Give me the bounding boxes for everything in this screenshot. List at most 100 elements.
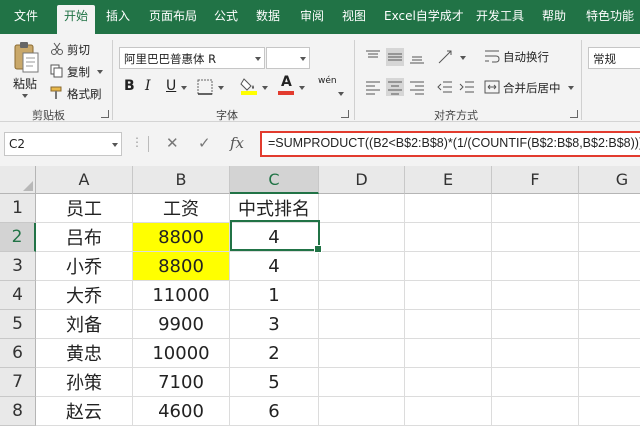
row-header-8[interactable]: 8 — [0, 397, 36, 426]
phonetic-guide-button[interactable]: wén — [318, 76, 337, 86]
tab-help[interactable]: 帮助 — [542, 8, 566, 24]
align-middle-icon[interactable] — [386, 48, 404, 66]
borders-icon[interactable] — [196, 78, 214, 96]
cell-d2[interactable] — [319, 223, 405, 252]
cell-c5[interactable]: 3 — [230, 310, 319, 339]
cell-b7[interactable]: 7100 — [133, 368, 230, 397]
row-header-2[interactable]: 2 — [0, 223, 36, 252]
tab-developer[interactable]: 开发工具 — [476, 8, 524, 24]
cell-c1[interactable]: 中式排名 — [230, 194, 319, 223]
cell-e4[interactable] — [405, 281, 492, 310]
column-header-d[interactable]: D — [319, 166, 405, 194]
cell-g4[interactable] — [579, 281, 640, 310]
format-painter-button[interactable]: 格式刷 — [67, 86, 102, 102]
cell-g1[interactable] — [579, 194, 640, 223]
insert-function-button[interactable]: fx — [230, 134, 244, 152]
underline-dropdown-icon[interactable] — [181, 86, 187, 90]
cell-f1[interactable] — [492, 194, 579, 223]
tab-data[interactable]: 数据 — [256, 8, 280, 24]
row-header-3[interactable]: 3 — [0, 252, 36, 281]
cell-e7[interactable] — [405, 368, 492, 397]
cell-g7[interactable] — [579, 368, 640, 397]
cell-d6[interactable] — [319, 339, 405, 368]
tab-insert[interactable]: 插入 — [106, 8, 130, 24]
cell-e3[interactable] — [405, 252, 492, 281]
merge-center-dropdown-icon[interactable] — [568, 86, 574, 90]
cancel-icon[interactable]: ✕ — [166, 134, 179, 152]
copy-button[interactable]: 复制 — [67, 64, 90, 80]
cell-a2[interactable]: 吕布 — [36, 223, 133, 252]
cell-f4[interactable] — [492, 281, 579, 310]
orientation-dropdown-icon[interactable] — [460, 56, 466, 60]
align-left-icon[interactable] — [364, 78, 382, 96]
cell-c2[interactable]: 4 — [230, 223, 319, 252]
name-box-dropdown-icon[interactable] — [112, 143, 118, 147]
row-header-5[interactable]: 5 — [0, 310, 36, 339]
cell-f7[interactable] — [492, 368, 579, 397]
cell-b5[interactable]: 9900 — [133, 310, 230, 339]
cell-g8[interactable] — [579, 397, 640, 426]
orientation-icon[interactable] — [436, 48, 456, 66]
merge-center-button[interactable]: 合并后居中 — [503, 80, 561, 96]
cell-a5[interactable]: 刘备 — [36, 310, 133, 339]
cell-d7[interactable] — [319, 368, 405, 397]
cell-f3[interactable] — [492, 252, 579, 281]
italic-button[interactable]: I — [145, 78, 151, 94]
copy-dropdown-icon[interactable] — [97, 70, 103, 74]
cell-a1[interactable]: 员工 — [36, 194, 133, 223]
cell-d1[interactable] — [319, 194, 405, 223]
cell-d3[interactable] — [319, 252, 405, 281]
name-box[interactable]: C2 — [4, 132, 122, 156]
tab-home[interactable]: 开始 — [57, 5, 96, 34]
alignment-dialog-launcher-icon[interactable] — [570, 110, 578, 118]
tab-file[interactable]: 文件 — [14, 8, 38, 24]
cell-b1[interactable]: 工资 — [133, 194, 230, 223]
cell-a4[interactable]: 大乔 — [36, 281, 133, 310]
cell-d4[interactable] — [319, 281, 405, 310]
cell-a7[interactable]: 孙策 — [36, 368, 133, 397]
borders-dropdown-icon[interactable] — [218, 86, 224, 90]
row-header-1[interactable]: 1 — [0, 194, 36, 223]
cell-a6[interactable]: 黄忠 — [36, 339, 133, 368]
tab-excel-self-study[interactable]: Excel自学成才 — [384, 8, 464, 24]
align-right-icon[interactable] — [408, 78, 426, 96]
cut-button[interactable]: 剪切 — [67, 42, 90, 58]
cell-e5[interactable] — [405, 310, 492, 339]
tab-special-features[interactable]: 特色功能 — [586, 8, 634, 24]
bold-button[interactable]: B — [124, 78, 135, 94]
cell-b8[interactable]: 4600 — [133, 397, 230, 426]
row-header-7[interactable]: 7 — [0, 368, 36, 397]
align-top-icon[interactable] — [364, 48, 382, 66]
cell-c6[interactable]: 2 — [230, 339, 319, 368]
cell-a8[interactable]: 赵云 — [36, 397, 133, 426]
cell-b2[interactable]: 8800 — [133, 223, 230, 252]
cell-b6[interactable]: 10000 — [133, 339, 230, 368]
column-header-g[interactable]: G — [579, 166, 640, 194]
cell-f8[interactable] — [492, 397, 579, 426]
decrease-indent-icon[interactable] — [436, 78, 454, 96]
column-header-e[interactable]: E — [405, 166, 492, 194]
enter-icon[interactable]: ✓ — [198, 134, 211, 152]
formula-input[interactable]: =SUMPRODUCT((B2<B$2:B$8)*(1/(COUNTIF(B$2… — [260, 131, 640, 157]
cell-c4[interactable]: 1 — [230, 281, 319, 310]
cell-d5[interactable] — [319, 310, 405, 339]
paste-dropdown-icon[interactable] — [22, 94, 28, 98]
font-dialog-launcher-icon[interactable] — [341, 110, 349, 118]
fill-color-dropdown-icon[interactable] — [262, 86, 268, 90]
align-bottom-icon[interactable] — [408, 48, 426, 66]
tab-page-layout[interactable]: 页面布局 — [149, 8, 197, 24]
cell-g3[interactable] — [579, 252, 640, 281]
select-all-corner[interactable] — [0, 166, 36, 194]
cell-b3[interactable]: 8800 — [133, 252, 230, 281]
font-size-dropdown-icon[interactable] — [300, 57, 306, 61]
tab-formulas[interactable]: 公式 — [214, 8, 238, 24]
cell-e2[interactable] — [405, 223, 492, 252]
column-header-a[interactable]: A — [36, 166, 133, 194]
column-header-f[interactable]: F — [492, 166, 579, 194]
cell-d8[interactable] — [319, 397, 405, 426]
font-name-select[interactable]: 阿里巴巴普惠体 R — [119, 47, 265, 69]
column-header-c[interactable]: C — [230, 166, 319, 194]
cell-g6[interactable] — [579, 339, 640, 368]
cell-c7[interactable]: 5 — [230, 368, 319, 397]
font-color-dropdown-icon[interactable] — [299, 86, 305, 90]
